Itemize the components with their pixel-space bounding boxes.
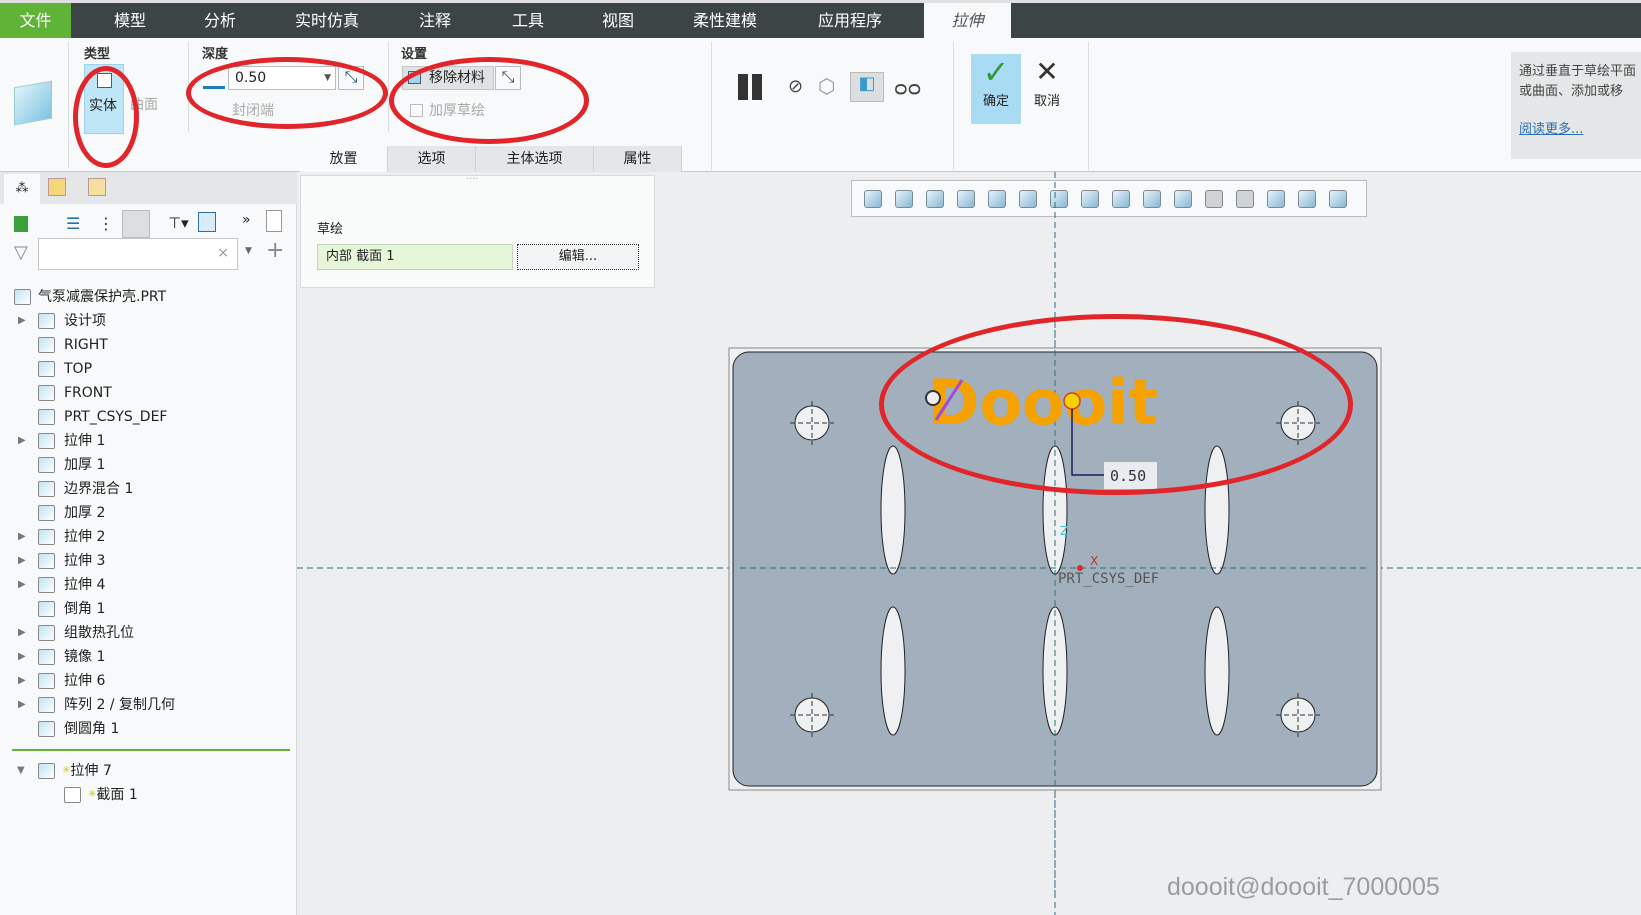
graphics-viewport[interactable]: Doooit 0.50 PRT_CSYS_DEF X Z doooit@dooo… (0, 0, 1641, 915)
vent-slot (1204, 445, 1230, 575)
depth-dimension[interactable]: 0.50 (1110, 467, 1146, 485)
z-axis-label: Z (1060, 524, 1068, 538)
vent-slot (880, 606, 906, 736)
vent-slot (880, 445, 906, 575)
watermark: doooit@doooit_7000005 (1167, 873, 1440, 901)
sketch-text-doooit: Doooit (928, 366, 1158, 439)
x-axis-label: X (1090, 554, 1098, 568)
drag-handle-icon (1063, 392, 1081, 410)
text-start-point-icon (925, 390, 941, 406)
csys-origin (1077, 565, 1083, 571)
csys-label: PRT_CSYS_DEF (1058, 571, 1159, 587)
vent-slot (1204, 606, 1230, 736)
